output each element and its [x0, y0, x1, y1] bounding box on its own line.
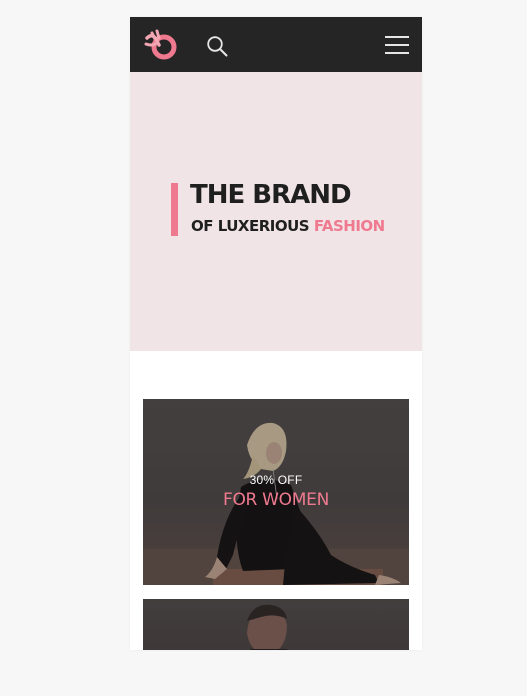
hero-title: THE BRAND [190, 180, 352, 210]
search-icon[interactable] [206, 35, 228, 57]
hero-accent-bar [171, 183, 178, 236]
top-nav-bar [130, 17, 422, 72]
hero-subtitle: OF LUXERIOUS FASHION [191, 215, 385, 237]
card-dim-overlay [143, 599, 409, 650]
hero-subtitle-plain: OF LUXERIOUS [191, 217, 310, 235]
hero-subtitle-accent: FASHION [313, 217, 385, 235]
card-category-title: FOR WOMEN [223, 490, 329, 510]
hero-banner: THE BRAND OF LUXERIOUS FASHION [130, 72, 422, 351]
mobile-page-frame: THE BRAND OF LUXERIOUS FASHION 30% OFF F… [130, 17, 422, 650]
card-offer-label: 30% OFF [249, 473, 303, 487]
brand-logo-icon[interactable] [143, 29, 179, 61]
category-card-men[interactable] [143, 599, 409, 650]
hamburger-menu-icon[interactable] [385, 36, 409, 54]
category-card-women[interactable]: 30% OFF FOR WOMEN [143, 399, 409, 585]
